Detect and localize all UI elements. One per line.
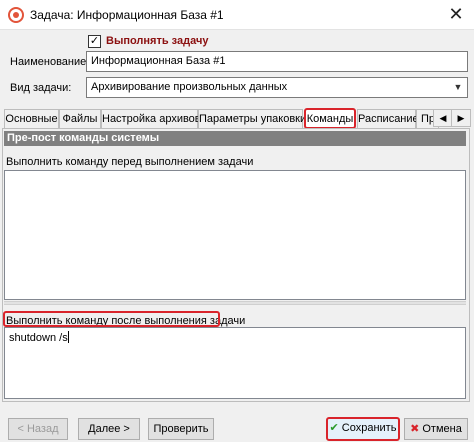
splitter[interactable] (4, 301, 466, 305)
enable-task-label: Выполнять задачу (106, 35, 209, 47)
task-type-select[interactable]: Архивирование произвольных данных ▼ (86, 77, 468, 98)
save-button-label: Сохранить (341, 422, 397, 434)
text-caret (67, 331, 69, 343)
task-type-label: Вид задачи: (10, 82, 72, 94)
tab-scroll-left-button[interactable]: ◀ (433, 109, 453, 127)
cancel-button-label: Отмена (422, 423, 462, 435)
enable-task-checkbox[interactable]: ✓ (88, 35, 101, 48)
tab-strip: Основные Файлы Настройка архивов Парамет… (2, 108, 472, 129)
window-title: Задача: Информационная База #1 (30, 8, 224, 22)
tab-scroll-right-button[interactable]: ▶ (451, 109, 471, 127)
tab-commands[interactable]: Команды (304, 108, 356, 129)
back-button[interactable]: < Назад (8, 418, 68, 440)
section-header: Пре-пост команды системы (4, 131, 466, 146)
after-command-input[interactable]: shutdown /s (4, 327, 466, 399)
before-command-input[interactable] (4, 170, 466, 300)
cancel-x-icon: ✖ (410, 423, 420, 435)
tab-main[interactable]: Основные (4, 109, 59, 128)
save-button[interactable]: ✔ Сохранить (326, 417, 400, 441)
tab-files[interactable]: Файлы (59, 109, 101, 128)
after-label-highlight (3, 311, 220, 327)
before-command-label: Выполнить команду перед выполнением зада… (6, 156, 254, 168)
close-button[interactable]: ✕ (444, 3, 468, 27)
tab-packing-params[interactable]: Параметры упаковки (198, 109, 306, 128)
next-button[interactable]: Далее > (78, 418, 140, 440)
after-command-text: shutdown /s (9, 332, 68, 344)
tab-schedule[interactable]: Расписание (357, 109, 419, 128)
task-type-value: Архивирование произвольных данных (91, 81, 288, 93)
name-field[interactable]: Информационная База #1 (86, 51, 468, 72)
title-bar: Задача: Информационная База #1 ✕ (0, 0, 474, 30)
check-button[interactable]: Проверить (148, 418, 214, 440)
cancel-button[interactable]: ✖ Отмена (404, 418, 468, 440)
check-icon: ✔ (329, 422, 339, 434)
app-logo-icon (8, 7, 24, 23)
name-label: Наименование: (10, 56, 90, 68)
tab-archive-settings[interactable]: Настройка архивов (101, 109, 201, 128)
chevron-down-icon[interactable]: ▼ (450, 79, 466, 96)
